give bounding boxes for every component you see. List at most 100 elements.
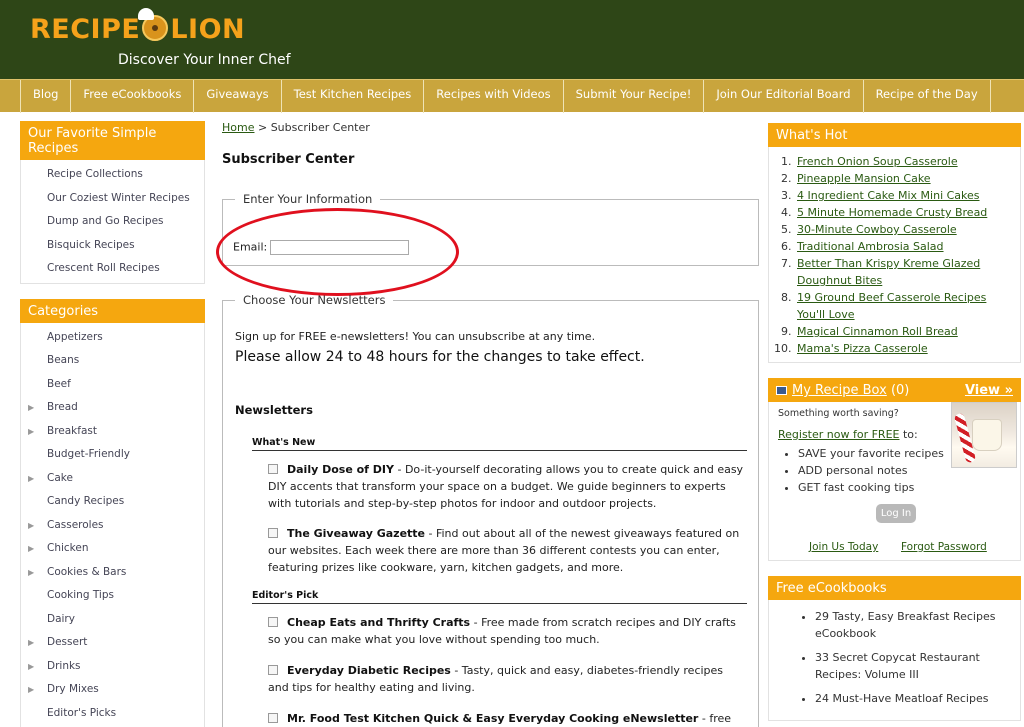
hot-recipe-link[interactable]: Pineapple Mansion Cake bbox=[797, 172, 931, 185]
category-link[interactable]: ▶ Breakfast bbox=[21, 420, 204, 444]
register-suffix: to: bbox=[899, 428, 918, 441]
nav-item-label: Recipe of the Day bbox=[875, 86, 978, 101]
hot-recipe-link[interactable]: 30-Minute Cowboy Casserole bbox=[797, 223, 957, 236]
newsletter-item: Cheap Eats and Thrifty Crafts - Free mad… bbox=[268, 614, 746, 648]
email-input[interactable] bbox=[270, 240, 410, 255]
expand-arrow-icon[interactable]: ▶ bbox=[28, 678, 34, 702]
nav-item-label: Submit Your Recipe! bbox=[575, 86, 692, 101]
perk-item: ADD personal notes bbox=[798, 462, 944, 479]
logo-text-left: RECIPE bbox=[30, 14, 141, 45]
perk-item: SAVE your favorite recipes bbox=[798, 445, 944, 462]
hot-list-item: Pineapple Mansion Cake bbox=[795, 170, 1016, 187]
nav-item[interactable]: Recipes with Videos bbox=[424, 80, 564, 113]
logo-text-right: LION bbox=[170, 14, 246, 45]
left-sidebar: Our Favorite Simple Recipes Recipe Colle… bbox=[20, 121, 205, 727]
category-link[interactable]: ▶ Chicken bbox=[21, 537, 204, 561]
favorite-recipe-link[interactable]: Crescent Roll Recipes bbox=[21, 257, 204, 281]
newsletter-checkbox[interactable] bbox=[268, 464, 278, 474]
hot-recipe-link[interactable]: Magical Cinnamon Roll Bread bbox=[797, 325, 958, 338]
login-button[interactable]: Log In bbox=[876, 504, 916, 523]
ecookbooks-title: Free eCookbooks bbox=[768, 576, 1021, 600]
expand-arrow-icon[interactable]: ▶ bbox=[28, 420, 34, 444]
nav-item[interactable]: Blog bbox=[21, 80, 72, 113]
hot-recipe-link[interactable]: 5 Minute Homemade Crusty Bread bbox=[797, 206, 987, 219]
category-link[interactable]: Editor's Picks bbox=[21, 702, 204, 726]
breadcrumb-home-link[interactable]: Home bbox=[222, 121, 254, 134]
nav-item-label: Recipes with Videos bbox=[436, 86, 551, 101]
category-link[interactable]: ▶ Cookies & Bars bbox=[21, 561, 204, 585]
category-link[interactable]: ▶ Dessert bbox=[21, 631, 204, 655]
expand-arrow-icon[interactable]: ▶ bbox=[28, 467, 34, 491]
recipe-box-link[interactable]: My Recipe Box bbox=[792, 383, 887, 398]
perks-list: SAVE your favorite recipesADD personal n… bbox=[798, 445, 944, 496]
register-link[interactable]: Register now for FREE bbox=[778, 428, 899, 441]
perk-item: GET fast cooking tips bbox=[798, 479, 944, 496]
view-recipe-box-link[interactable]: View » bbox=[965, 383, 1013, 398]
newsletter-checkbox[interactable] bbox=[268, 617, 278, 627]
whats-hot-list: French Onion Soup Casserole Pineapple Man… bbox=[769, 147, 1020, 362]
category-link[interactable]: Cooking Tips bbox=[21, 584, 204, 608]
nav-item[interactable]: Giveaways bbox=[194, 80, 282, 113]
favorite-recipe-link[interactable]: Recipe Collections bbox=[21, 163, 204, 187]
newsletter-title: Cheap Eats and Thrifty Crafts bbox=[287, 616, 471, 629]
ecookbook-link[interactable]: 29 Tasty, Easy Breakfast Recipes eCookbo… bbox=[815, 610, 995, 640]
category-link[interactable]: ▶ Casseroles bbox=[21, 514, 204, 538]
hot-recipe-link[interactable]: French Onion Soup Casserole bbox=[797, 155, 958, 168]
hot-list-item: 30-Minute Cowboy Casserole bbox=[795, 221, 1016, 238]
category-link[interactable]: Budget-Friendly bbox=[21, 443, 204, 467]
category-link[interactable]: Beef bbox=[21, 373, 204, 397]
favorite-recipe-link[interactable]: Our Coziest Winter Recipes bbox=[21, 187, 204, 211]
join-us-link[interactable]: Join Us Today bbox=[809, 541, 878, 553]
hot-recipe-link[interactable]: 4 Ingredient Cake Mix Mini Cakes bbox=[797, 189, 980, 202]
favorites-title: Our Favorite Simple Recipes bbox=[20, 121, 205, 160]
nav-item[interactable]: Recipe of the Day bbox=[864, 80, 991, 113]
info-legend: Enter Your Information bbox=[243, 192, 373, 206]
category-link[interactable]: ▶ Drinks bbox=[21, 655, 204, 679]
category-label: Casseroles bbox=[47, 518, 104, 531]
expand-arrow-icon[interactable]: ▶ bbox=[28, 537, 34, 561]
nav-item[interactable]: Free eCookbooks bbox=[71, 80, 195, 113]
category-link[interactable]: Dairy bbox=[21, 608, 204, 632]
hot-recipe-link[interactable]: Better Than Krispy Kreme Glazed Doughnut… bbox=[797, 257, 980, 287]
category-label: Cake bbox=[47, 471, 73, 484]
forgot-password-link[interactable]: Forgot Password bbox=[901, 541, 987, 553]
category-link[interactable]: ▶ Cake bbox=[21, 467, 204, 491]
favorite-recipe-link[interactable]: Dump and Go Recipes bbox=[21, 210, 204, 234]
newsletters-legend: Choose Your Newsletters bbox=[243, 293, 386, 307]
category-link[interactable]: ▶ Dry Mixes bbox=[21, 678, 204, 702]
main-content: Home > Subscriber Center Subscriber Cent… bbox=[216, 121, 762, 727]
newsletter-checkbox[interactable] bbox=[268, 528, 278, 538]
newsletter-item: The Giveaway Gazette - Find out about al… bbox=[268, 525, 746, 576]
newsletters-intro: Sign up for FREE e-newsletters! You can … bbox=[235, 330, 596, 343]
category-link[interactable]: Appetizers bbox=[21, 326, 204, 350]
expand-arrow-icon[interactable]: ▶ bbox=[28, 631, 34, 655]
ecookbook-item: 33 Secret Copycat Restaurant Recipes: Vo… bbox=[815, 649, 1016, 683]
category-label: Dry Mixes bbox=[47, 683, 99, 695]
hot-recipe-link[interactable]: Traditional Ambrosia Salad bbox=[797, 240, 944, 253]
register-row: Register now for FREE to: bbox=[778, 428, 918, 441]
expand-arrow-icon[interactable]: ▶ bbox=[28, 514, 34, 538]
expand-arrow-icon[interactable]: ▶ bbox=[28, 396, 34, 420]
ecookbook-link[interactable]: 33 Secret Copycat Restaurant Recipes: Vo… bbox=[815, 651, 980, 681]
ecookbook-link[interactable]: 24 Must-Have Meatloaf Recipes bbox=[815, 692, 988, 705]
nav-item[interactable]: Test Kitchen Recipes bbox=[282, 80, 425, 113]
favorite-recipe-link[interactable]: Bisquick Recipes bbox=[21, 234, 204, 258]
nav-item-label: Blog bbox=[33, 86, 59, 101]
site-tagline: Discover Your Inner Chef bbox=[118, 52, 291, 68]
expand-arrow-icon[interactable]: ▶ bbox=[28, 655, 34, 679]
category-link[interactable]: Beans bbox=[21, 349, 204, 373]
category-link[interactable]: ▶ Bread bbox=[21, 396, 204, 420]
newsletter-checkbox[interactable] bbox=[268, 665, 278, 675]
nav-item[interactable]: Submit Your Recipe! bbox=[564, 80, 705, 113]
categories-box: Categories Appetizers Beans Beef ▶ Bread ▶ Bre… bbox=[20, 298, 205, 727]
hot-recipe-link[interactable]: 19 Ground Beef Casserole Recipes You'll … bbox=[797, 291, 986, 321]
nav-item-label: Test Kitchen Recipes bbox=[293, 86, 412, 101]
eggnog-drink-image bbox=[951, 402, 1017, 468]
category-label: Candy Recipes bbox=[47, 495, 125, 507]
main-nav: Blog Free eCookbooks Giveaways Test Kitchen… bbox=[0, 79, 1024, 113]
nav-item[interactable]: Join Our Editorial Board bbox=[704, 80, 864, 113]
newsletter-checkbox[interactable] bbox=[268, 713, 278, 723]
expand-arrow-icon[interactable]: ▶ bbox=[28, 561, 34, 585]
hot-recipe-link[interactable]: Mama's Pizza Casserole bbox=[797, 342, 928, 355]
category-link[interactable]: Candy Recipes bbox=[21, 490, 204, 514]
